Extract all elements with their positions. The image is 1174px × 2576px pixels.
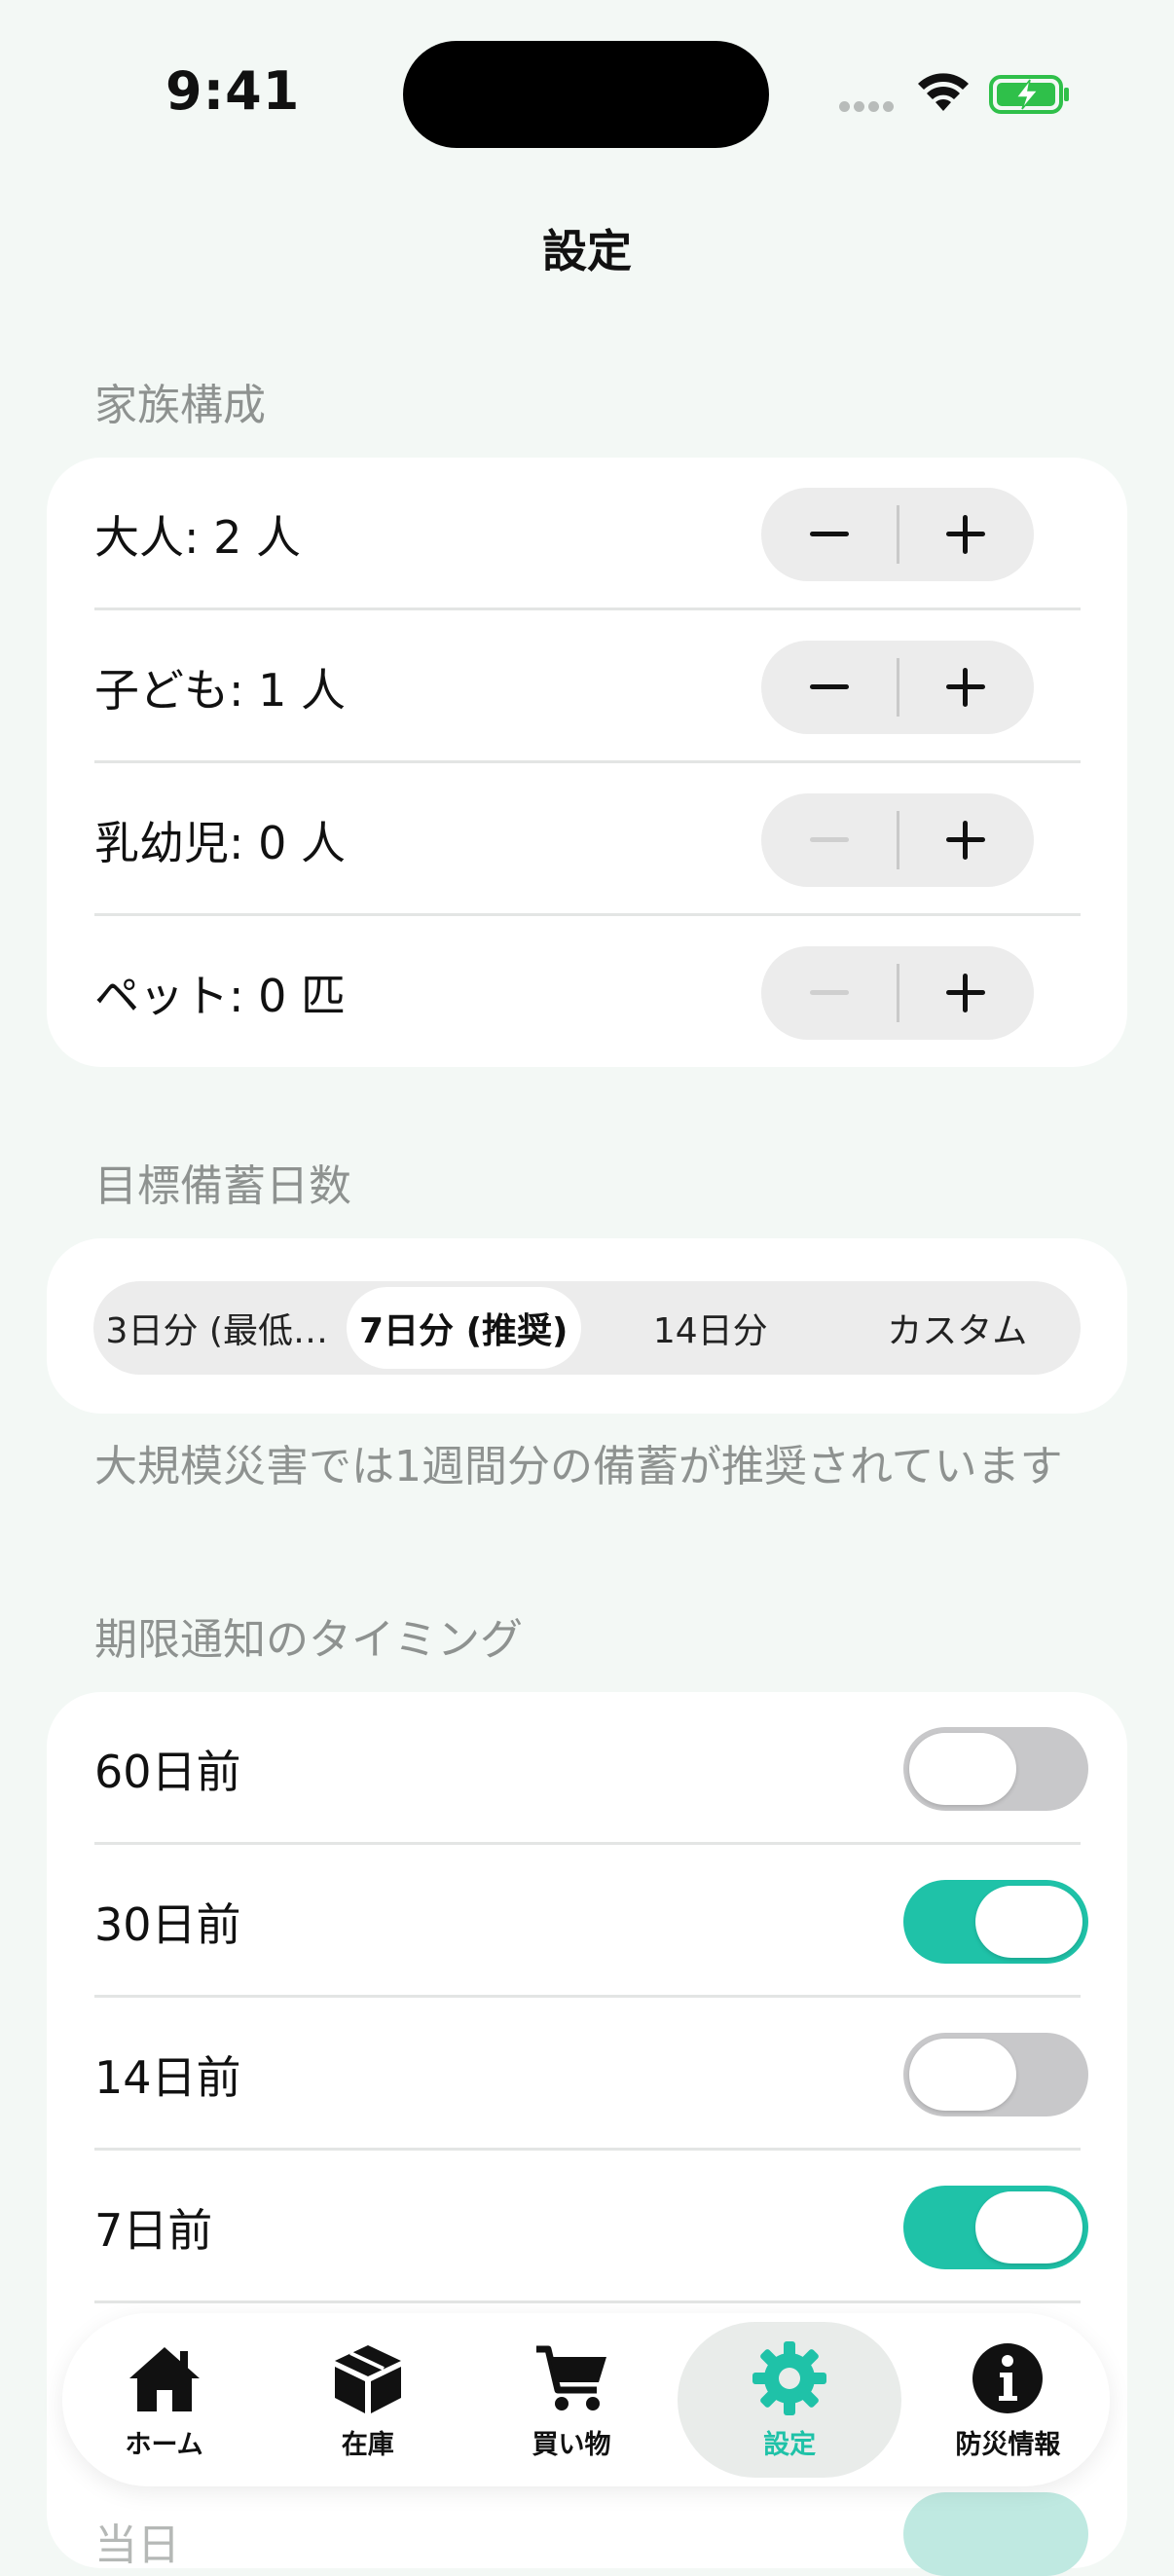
notify-row-60: 60日前 (47, 1692, 1088, 1845)
target-days-footnote: 大規模災害では1週間分の備蓄が推奨されています (94, 1442, 1063, 1491)
notify-row-14: 14日前 (47, 1998, 1088, 2151)
infants-decrement-button[interactable] (761, 793, 898, 887)
notify-same-day-toggle[interactable] (903, 2492, 1088, 2576)
children-increment-button[interactable] (898, 641, 1034, 734)
segment-14-days[interactable]: 14日分 (593, 1287, 828, 1369)
cellular-signal-icon (839, 101, 898, 113)
tab-home[interactable]: ホーム (67, 2322, 262, 2478)
adults-stepper (761, 487, 1034, 581)
segment-3-days[interactable]: 3日分 (最低… (99, 1287, 335, 1369)
minus-icon (810, 684, 849, 689)
plus-icon (946, 514, 985, 554)
tab-disaster-info-label: 防災情報 (955, 2429, 1061, 2460)
notify-row-30: 30日前 (47, 1845, 1088, 1998)
family-section-header: 家族構成 (94, 381, 266, 430)
family-row-infants: 乳幼児: 0 人 (47, 763, 1081, 916)
battery-charging-icon (989, 75, 1069, 114)
tab-inventory[interactable]: 在庫 (271, 2322, 465, 2478)
pets-decrement-button[interactable] (761, 946, 898, 1040)
tab-shopping-label: 買い物 (532, 2429, 611, 2460)
family-row-pets: ペット: 0 匹 (47, 916, 1081, 1069)
page-title: 設定 (542, 225, 632, 277)
gear-icon (752, 2340, 827, 2415)
tab-settings-label: 設定 (763, 2429, 817, 2460)
cart-icon (535, 2345, 606, 2410)
tab-home-label: ホーム (125, 2429, 203, 2460)
family-row-adults: 大人: 2 人 (47, 458, 1081, 610)
notify-60-toggle[interactable] (903, 1726, 1088, 1811)
dynamic-island (403, 41, 769, 148)
adults-decrement-button[interactable] (761, 488, 898, 581)
minus-icon (810, 837, 849, 842)
infants-increment-button[interactable] (898, 793, 1034, 887)
notify-row-7: 7日前 (47, 2151, 1088, 2303)
notify-14-toggle[interactable] (903, 2032, 1088, 2116)
minus-icon (810, 532, 849, 536)
plus-icon (946, 820, 985, 860)
tab-inventory-label: 在庫 (341, 2429, 394, 2460)
wifi-icon (918, 73, 969, 111)
tab-shopping[interactable]: 買い物 (474, 2322, 669, 2478)
notify-30-toggle[interactable] (903, 1879, 1088, 1964)
tab-bar: ホーム 在庫 買い物 設定 防災情報 (62, 2313, 1110, 2486)
status-time: 9:41 (165, 60, 301, 122)
house-icon (128, 2346, 200, 2411)
children-decrement-button[interactable] (761, 641, 898, 734)
tab-settings[interactable]: 設定 (678, 2322, 902, 2478)
plus-icon (946, 973, 985, 1012)
family-row-children: 子ども: 1 人 (47, 610, 1081, 763)
tab-disaster-info[interactable]: 防災情報 (910, 2322, 1105, 2478)
plus-icon (946, 667, 985, 707)
pets-increment-button[interactable] (898, 946, 1034, 1040)
box-icon (334, 2344, 401, 2413)
notify-7-toggle[interactable] (903, 2185, 1088, 2269)
minus-icon (810, 990, 849, 995)
notify-same-day-label: 当日 (94, 2521, 180, 2570)
family-card: 大人: 2 人 子ども: 1 人 乳幼児: 0 人 ペット: 0 匹 (47, 458, 1127, 1067)
target-days-section-header: 目標備蓄日数 (94, 1161, 351, 1211)
segment-custom[interactable]: カスタム (840, 1287, 1076, 1369)
segment-7-days[interactable]: 7日分 (推奨) (346, 1287, 581, 1369)
adults-increment-button[interactable] (898, 488, 1034, 581)
pets-stepper (761, 945, 1034, 1040)
infants-stepper (761, 792, 1034, 887)
notification-section-header: 期限通知のタイミング (94, 1615, 523, 1665)
info-icon (972, 2342, 1044, 2413)
target-days-segmented-control: 3日分 (最低… 7日分 (推奨) 14日分 カスタム (93, 1281, 1081, 1375)
children-stepper (761, 640, 1034, 734)
